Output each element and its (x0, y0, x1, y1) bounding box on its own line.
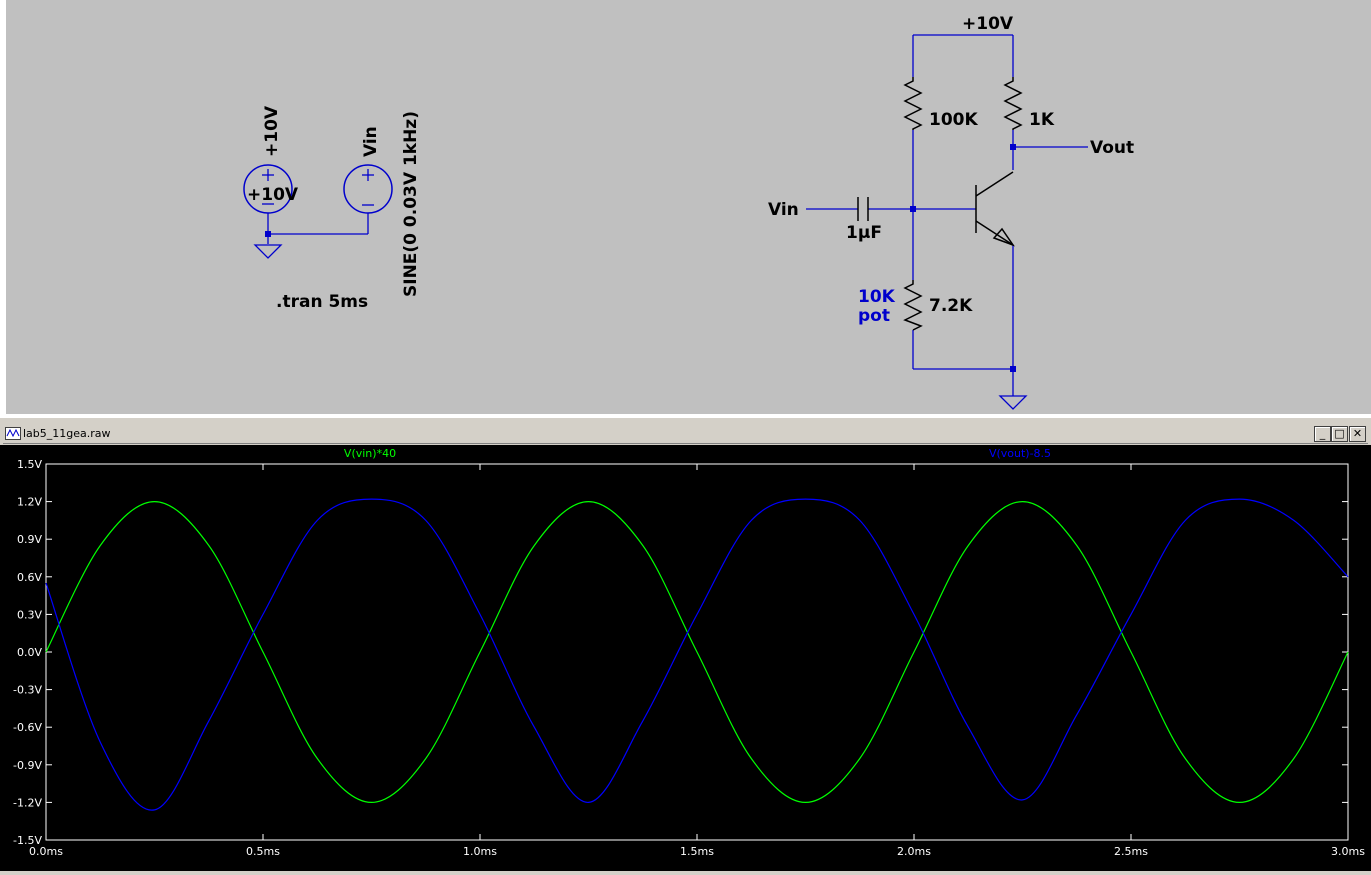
input-net-label-right: Vin (768, 200, 799, 220)
input-net-label: Vin (361, 126, 381, 157)
minimize-button[interactable]: _ (1314, 426, 1331, 442)
supply-net-label: +10V (262, 105, 282, 157)
x-tick-label: 0.5ms (246, 845, 280, 858)
x-tick-label: 2.0ms (897, 845, 931, 858)
y-tick-label: -1.2V (13, 796, 42, 809)
waveform-title-bar[interactable]: lab5_11gea.raw _ □ ✕ (3, 425, 1368, 444)
x-tick-label: 0.0ms (29, 845, 63, 858)
y-tick-label: -0.9V (13, 759, 42, 772)
potentiometer-resistor[interactable] (903, 280, 923, 331)
y-tick-label: 0.6V (17, 571, 42, 584)
supply-label-right: +10V (962, 14, 1014, 34)
y-tick-label: 1.2V (17, 496, 42, 509)
y-tick-label: 0.0V (17, 646, 42, 659)
amplifier-wires (806, 34, 1088, 396)
close-button[interactable]: ✕ (1349, 426, 1366, 442)
ground-symbol-right (998, 395, 1028, 410)
resistor-100k[interactable] (903, 77, 923, 130)
capacitor-1uf[interactable] (857, 197, 869, 221)
waveform-window-icon[interactable] (5, 427, 21, 440)
input-voltage-source[interactable] (343, 164, 393, 214)
legend-entry[interactable]: V(vout)-8.5 (989, 447, 1051, 460)
x-tick-label: 3.0ms (1331, 845, 1365, 858)
supply-value-label: +10V (247, 185, 299, 205)
legend-entry[interactable]: V(vin)*40 (344, 447, 396, 460)
y-tick-label: 0.3V (17, 608, 42, 621)
pot-label-value: 10K (858, 287, 896, 307)
x-tick-label: 1.0ms (463, 845, 497, 858)
maximize-button[interactable]: □ (1331, 426, 1348, 442)
ground-symbol-left (253, 244, 283, 259)
schematic-editor[interactable]: +10V +10V Vin SINE(0 0.03V 1kHz) .tran 5… (0, 0, 1371, 418)
waveform-window-title: lab5_11gea.raw (23, 427, 111, 440)
output-net-label: Vout (1090, 138, 1134, 158)
waveform-viewer-window[interactable]: lab5_11gea.raw _ □ ✕ 1.5V 1.2V 0.9V 0.6V 0.3… (0, 423, 1371, 871)
resistor-100k-label: 100K (929, 110, 978, 130)
y-tick-label: -0.3V (13, 684, 42, 697)
y-tick-label: 1.5V (17, 458, 42, 471)
waveform-plot-area[interactable]: 1.5V 1.2V 0.9V 0.6V 0.3V 0.0V -0.3V -0.6V -0.9V -… (0, 445, 1371, 871)
series-line-vout[interactable] (45, 498, 1349, 811)
schematic-canvas[interactable]: +10V +10V Vin SINE(0 0.03V 1kHz) .tran 5… (6, 0, 1371, 418)
input-source-value: SINE(0 0.03V 1kHz) (401, 111, 421, 297)
waveform-chart[interactable]: 1.5V 1.2V 0.9V 0.6V 0.3V 0.0V -0.3V -0.6V -0.9V -… (0, 445, 1371, 871)
source-wires (253, 213, 369, 259)
resistor-1k-label: 1K (1029, 110, 1055, 130)
npn-transistor[interactable] (975, 171, 1015, 247)
pot-label-name: pot (858, 306, 890, 326)
capacitor-label: 1µF (846, 223, 882, 243)
x-tick-label: 1.5ms (680, 845, 714, 858)
spice-directive[interactable]: .tran 5ms (276, 292, 368, 312)
resistor-1k[interactable] (1003, 77, 1023, 130)
y-tick-label: 0.9V (17, 533, 42, 546)
y-tick-label: -0.6V (13, 721, 42, 734)
x-tick-label: 2.5ms (1114, 845, 1148, 858)
resistor-7k2-label: 7.2K (929, 296, 973, 316)
